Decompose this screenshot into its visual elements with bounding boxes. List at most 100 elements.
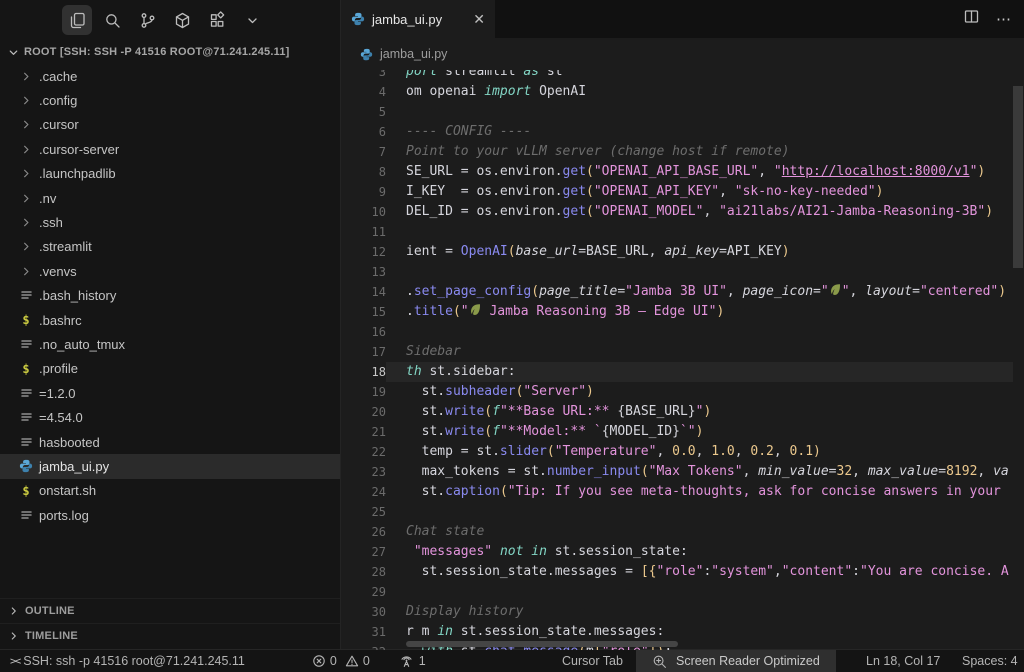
code-editor[interactable]: 3port streamlit as st4om openai import O… xyxy=(341,70,1024,650)
file-row--bash-history[interactable]: .bash_history xyxy=(0,284,340,308)
extensions-icon[interactable] xyxy=(202,5,232,35)
code-line-18[interactable]: 18th st.sidebar: xyxy=(341,362,1024,382)
code-line-12[interactable]: 12ient = OpenAI(base_url=BASE_URL, api_k… xyxy=(341,242,1024,262)
file-row-jamba-ui-py[interactable]: jamba_ui.py xyxy=(0,454,340,478)
folder-row--ssh[interactable]: .ssh xyxy=(0,210,340,234)
explorer-root-header[interactable]: ROOT [SSH: SSH -P 41516 ROOT@71.241.245.… xyxy=(0,40,340,64)
source-control-icon[interactable] xyxy=(132,5,162,35)
code-line-25[interactable]: 25 xyxy=(341,502,1024,522)
code-line-15[interactable]: 15.title(" Jamba Reasoning 3B — Edge UI"… xyxy=(341,302,1024,322)
code-line-30[interactable]: 30Display history xyxy=(341,602,1024,622)
folder-name: .ssh xyxy=(39,215,63,230)
remote-status[interactable]: >< SSH: ssh -p 41516 root@71.241.245.11 xyxy=(10,654,245,668)
line-number: 4 xyxy=(341,82,386,102)
folder-row--config[interactable]: .config xyxy=(0,88,340,112)
code-text: st.caption("Tip: If you see meta-thought… xyxy=(386,482,1024,502)
file-row--4-54-0[interactable]: =4.54.0 xyxy=(0,405,340,429)
tab-jamba-ui[interactable]: jamba_ui.py ✕ xyxy=(341,0,495,38)
code-token: in xyxy=(531,544,547,559)
code-line-10[interactable]: 10DEL_ID = os.environ.get("OPENAI_MODEL"… xyxy=(341,202,1024,222)
code-line-19[interactable]: 19 st.subheader("Server") xyxy=(341,382,1024,402)
folder-row--cursor-server[interactable]: .cursor-server xyxy=(0,137,340,161)
code-line-8[interactable]: 8SE_URL = os.environ.get("OPENAI_API_BAS… xyxy=(341,162,1024,182)
code-token: = xyxy=(912,284,920,299)
code-line-14[interactable]: 14.set_page_config(page_title="Jamba 3B … xyxy=(341,282,1024,302)
code-text: st.subheader("Server") xyxy=(386,382,1024,402)
code-line-9[interactable]: 9I_KEY = os.environ.get("OPENAI_API_KEY"… xyxy=(341,182,1024,202)
code-token: temp = st. xyxy=(406,444,500,459)
code-line-28[interactable]: 28 st.session_state.messages = [{"role":… xyxy=(341,562,1024,582)
code-line-27[interactable]: 27 "messages" not in st.session_state: xyxy=(341,542,1024,562)
code-token: Chat state xyxy=(406,524,484,539)
folder-row--streamlit[interactable]: .streamlit xyxy=(0,235,340,259)
ports-status[interactable]: 1 xyxy=(399,654,426,668)
code-token: , xyxy=(774,564,782,579)
file-row-ports-log[interactable]: ports.log xyxy=(0,503,340,527)
code-line-23[interactable]: 23 max_tokens = st.number_input("Max Tok… xyxy=(341,462,1024,482)
vertical-scrollbar[interactable] xyxy=(1013,86,1023,268)
code-line-26[interactable]: 26Chat state xyxy=(341,522,1024,542)
code-line-6[interactable]: 6---- CONFIG ---- xyxy=(341,122,1024,142)
code-token: I_KEY = os.environ. xyxy=(406,184,563,199)
code-line-3[interactable]: 3port streamlit as st xyxy=(341,70,1024,82)
file-row--bashrc[interactable]: $.bashrc xyxy=(0,308,340,332)
warning-icon xyxy=(345,654,359,668)
search-icon[interactable] xyxy=(97,5,127,35)
folder-name: .nv xyxy=(39,191,56,206)
code-token: Sidebar xyxy=(406,344,461,359)
file-name: hasbooted xyxy=(39,435,100,450)
code-line-31[interactable]: 31r m in st.session_state.messages: xyxy=(341,622,1024,642)
tab-close-icon[interactable]: ✕ xyxy=(473,11,485,28)
code-line-5[interactable]: 5 xyxy=(341,102,1024,122)
explorer-icon[interactable] xyxy=(62,5,92,35)
warning-count: 0 xyxy=(363,654,370,668)
code-token: {MODEL_ID} xyxy=(602,424,680,439)
line-number: 30 xyxy=(341,602,386,622)
code-token: write xyxy=(445,404,484,419)
more-views-chevron-icon[interactable] xyxy=(237,5,267,35)
code-line-11[interactable]: 11 xyxy=(341,222,1024,242)
code-token: base_url xyxy=(516,244,579,259)
horizontal-scrollbar[interactable] xyxy=(406,641,678,647)
folder-row--cache[interactable]: .cache xyxy=(0,64,340,88)
code-line-22[interactable]: 22 temp = st.slider("Temperature", 0.0, … xyxy=(341,442,1024,462)
cursor-tab-status[interactable]: Cursor Tab xyxy=(562,650,623,672)
code-line-20[interactable]: 20 st.write(f"**Base URL:** {BASE_URL}") xyxy=(341,402,1024,422)
folder-row--launchpadlib[interactable]: .launchpadlib xyxy=(0,162,340,186)
code-token: as xyxy=(523,70,539,79)
code-token: 32 xyxy=(837,464,853,479)
folder-row--nv[interactable]: .nv xyxy=(0,186,340,210)
code-line-21[interactable]: 21 st.write(f"**Model:** `{MODEL_ID}`") xyxy=(341,422,1024,442)
text-file-icon xyxy=(19,508,33,522)
file-row-hasbooted[interactable]: hasbooted xyxy=(0,430,340,454)
code-token xyxy=(492,544,500,559)
file-row--profile[interactable]: $.profile xyxy=(0,357,340,381)
more-actions-icon[interactable]: ⋯ xyxy=(996,10,1012,28)
sidebar: ROOT [SSH: SSH -P 41516 ROOT@71.241.245.… xyxy=(0,0,341,650)
split-editor-icon[interactable] xyxy=(963,8,980,30)
screen-reader-status[interactable]: Screen Reader Optimized xyxy=(636,650,836,672)
breadcrumb[interactable]: jamba_ui.py xyxy=(341,38,1024,70)
remote-cube-icon[interactable] xyxy=(167,5,197,35)
folder-row--cursor[interactable]: .cursor xyxy=(0,113,340,137)
code-line-17[interactable]: 17Sidebar xyxy=(341,342,1024,362)
folder-row--venvs[interactable]: .venvs xyxy=(0,259,340,283)
file-row-onstart-sh[interactable]: $onstart.sh xyxy=(0,479,340,503)
code-line-13[interactable]: 13 xyxy=(341,262,1024,282)
cursor-position-status[interactable]: Ln 18, Col 17 xyxy=(866,650,940,672)
line-number: 16 xyxy=(341,322,386,342)
code-token: Point to your vLLM server (change host i… xyxy=(406,144,790,159)
code-line-29[interactable]: 29 xyxy=(341,582,1024,602)
file-row--no-auto-tmux[interactable]: .no_auto_tmux xyxy=(0,332,340,356)
code-line-7[interactable]: 7Point to your vLLM server (change host … xyxy=(341,142,1024,162)
code-line-4[interactable]: 4om openai import OpenAI xyxy=(341,82,1024,102)
code-token: , xyxy=(719,184,735,199)
code-line-24[interactable]: 24 st.caption("Tip: If you see meta-thou… xyxy=(341,482,1024,502)
code-line-16[interactable]: 16 xyxy=(341,322,1024,342)
code-token: "messages" xyxy=(414,544,492,559)
file-row--1-2-0[interactable]: =1.2.0 xyxy=(0,381,340,405)
problems-status[interactable]: 0 0 xyxy=(312,654,370,668)
timeline-section[interactable]: TIMELINE xyxy=(0,623,340,648)
indentation-status[interactable]: Spaces: 4 xyxy=(962,650,1018,672)
outline-section[interactable]: OUTLINE xyxy=(0,598,340,623)
